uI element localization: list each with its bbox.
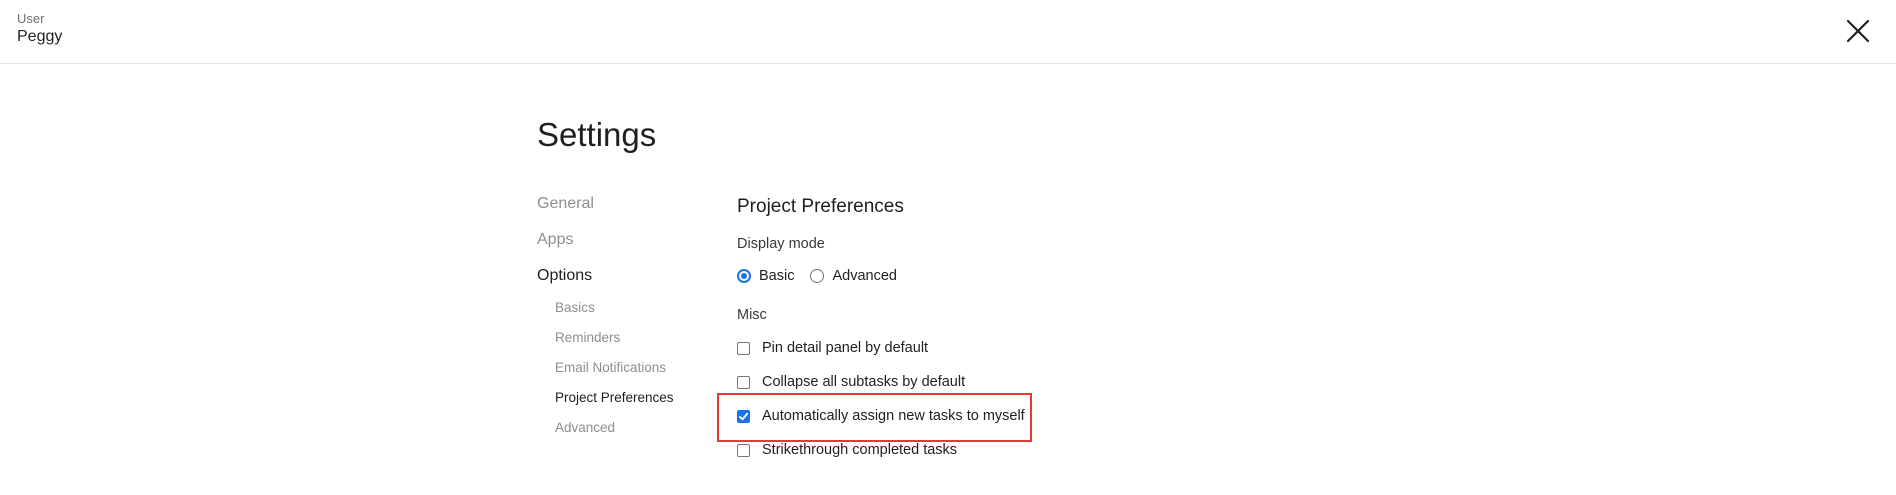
top-bar: User Peggy: [0, 0, 1896, 64]
subnav-item-advanced[interactable]: Advanced: [555, 420, 615, 435]
display-mode-options: Basic Advanced: [737, 268, 913, 284]
subnav-item-email-notifications[interactable]: Email Notifications: [555, 360, 666, 375]
user-label: User: [17, 11, 45, 26]
page-title: Settings: [537, 116, 657, 153]
radio-advanced[interactable]: [810, 269, 825, 283]
radio-basic-label[interactable]: Basic: [759, 268, 794, 284]
subnav-item-project-preferences[interactable]: Project Preferences: [555, 390, 674, 405]
nav-item-options[interactable]: Options: [537, 267, 592, 285]
misc-label: Misc: [737, 307, 767, 323]
radio-basic[interactable]: [737, 269, 751, 283]
option-pin-detail-panel[interactable]: Pin detail panel by default: [737, 340, 928, 356]
close-icon: [1846, 19, 1870, 43]
display-mode-label: Display mode: [737, 236, 825, 252]
subnav-item-reminders[interactable]: Reminders: [555, 330, 620, 345]
radio-advanced-label[interactable]: Advanced: [832, 268, 897, 284]
checkbox-strikethrough-completed[interactable]: [737, 443, 750, 457]
option-collapse-subtasks[interactable]: Collapse all subtasks by default: [737, 374, 965, 390]
user-name: Peggy: [17, 28, 63, 45]
highlight-box: [717, 393, 1032, 442]
option-label: Strikethrough completed tasks: [762, 442, 958, 458]
nav-item-general[interactable]: General: [537, 195, 594, 213]
option-strikethrough-completed[interactable]: Strikethrough completed tasks: [737, 442, 957, 458]
checkbox-collapse-subtasks[interactable]: [737, 375, 750, 389]
checkbox-pin-detail-panel[interactable]: [737, 341, 750, 355]
option-label: Collapse all subtasks by default: [762, 374, 966, 390]
option-label: Pin detail panel by default: [762, 340, 929, 356]
subnav-item-basics[interactable]: Basics: [555, 300, 595, 315]
nav-item-apps[interactable]: Apps: [537, 231, 573, 249]
close-button[interactable]: [1842, 15, 1874, 47]
section-title: Project Preferences: [737, 196, 904, 217]
